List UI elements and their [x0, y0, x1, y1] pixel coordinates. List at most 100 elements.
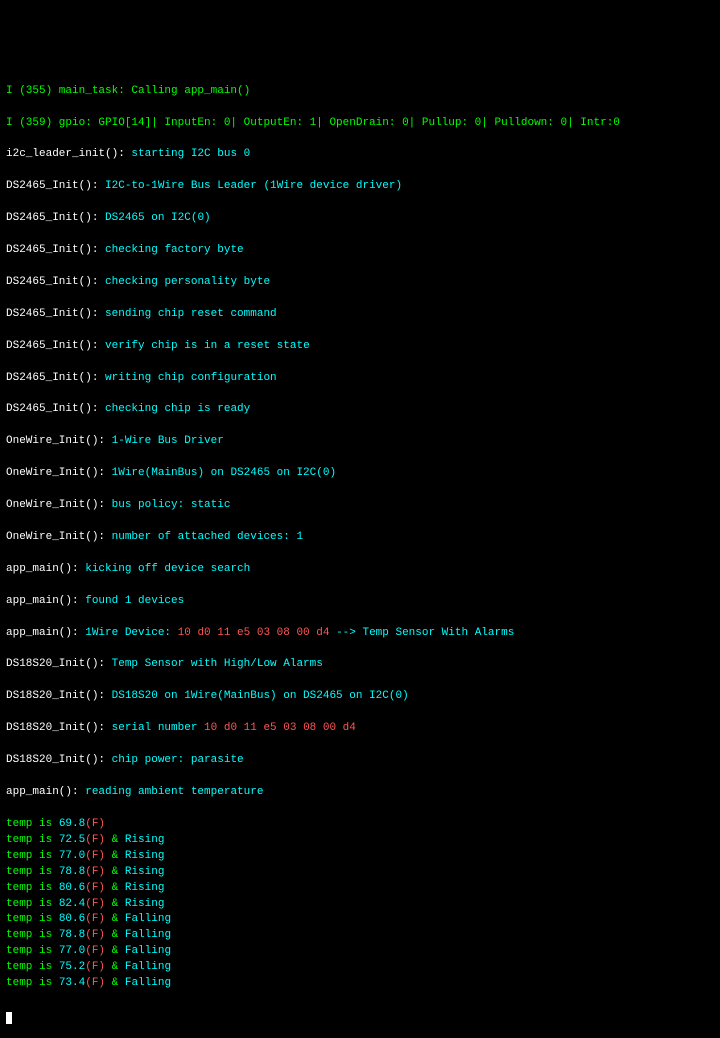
temp-reading-line: temp is 72.5(F) & Rising — [6, 833, 714, 849]
temp-trend: Falling — [125, 913, 171, 925]
temp-readings: temp is 69.8(F)temp is 72.5(F) & Risingt… — [6, 817, 714, 992]
temp-unit: (F) — [85, 961, 105, 973]
temp-unit: (F) — [85, 850, 105, 862]
log-line: DS2465_Init(): verify chip is in a reset… — [6, 339, 714, 355]
log-msg: --> Temp Sensor With Alarms — [329, 627, 514, 639]
log-msg: found 1 devices — [85, 595, 184, 607]
temp-prefix: temp is — [6, 882, 59, 894]
log-line: app_main(): found 1 devices — [6, 594, 714, 610]
temp-prefix: temp is — [6, 929, 59, 941]
log-line: OneWire_Init(): bus policy: static — [6, 498, 714, 514]
temp-unit: (F) — [85, 834, 105, 846]
temp-trend: Rising — [125, 834, 165, 846]
amp-separator: & — [105, 834, 125, 846]
temp-trend: Falling — [125, 929, 171, 941]
log-line: DS18S20_Init(): serial number 10 d0 11 e… — [6, 721, 714, 737]
amp-separator: & — [105, 866, 125, 878]
temp-reading-line: temp is 73.4(F) & Falling — [6, 976, 714, 992]
log-msg: serial number — [112, 722, 204, 734]
temp-value: 77.0 — [59, 945, 85, 957]
amp-separator: & — [105, 913, 125, 925]
fn-name: app_main(): — [6, 627, 85, 639]
fn-name: i2c_leader_init(): — [6, 148, 131, 160]
fn-name: DS2465_Init(): — [6, 308, 105, 320]
fn-name: DS18S20_Init(): — [6, 658, 112, 670]
log-line: DS2465_Init(): checking personality byte — [6, 275, 714, 291]
fn-name: DS2465_Init(): — [6, 372, 105, 384]
log-msg: starting I2C bus 0 — [131, 148, 250, 160]
log-line: DS18S20_Init(): Temp Sensor with High/Lo… — [6, 657, 714, 673]
fn-name: DS2465_Init(): — [6, 244, 105, 256]
amp-separator: & — [105, 961, 125, 973]
temp-reading-line: temp is 80.6(F) & Falling — [6, 912, 714, 928]
fn-name: DS2465_Init(): — [6, 180, 105, 192]
temp-reading-line: temp is 69.8(F) — [6, 817, 714, 833]
amp-separator: & — [105, 898, 125, 910]
fn-name: DS2465_Init(): — [6, 212, 105, 224]
temp-trend: Rising — [125, 866, 165, 878]
log-line: DS2465_Init(): checking factory byte — [6, 243, 714, 259]
log-line: OneWire_Init(): number of attached devic… — [6, 530, 714, 546]
log-line: OneWire_Init(): 1Wire(MainBus) on DS2465… — [6, 466, 714, 482]
amp-separator: & — [105, 945, 125, 957]
fn-name: OneWire_Init(): — [6, 531, 112, 543]
temp-trend: Falling — [125, 977, 171, 989]
amp-separator: & — [105, 977, 125, 989]
temp-reading-line: temp is 77.0(F) & Falling — [6, 944, 714, 960]
log-msg: sending chip reset command — [105, 308, 277, 320]
temp-reading-line: temp is 78.8(F) & Falling — [6, 928, 714, 944]
log-line: app_main(): reading ambient temperature — [6, 785, 714, 801]
fn-name: OneWire_Init(): — [6, 499, 112, 511]
log-line: app_main(): kicking off device search — [6, 562, 714, 578]
log-msg: number of attached devices: 1 — [112, 531, 303, 543]
temp-unit: (F) — [85, 929, 105, 941]
device-id: 10 d0 11 e5 03 08 00 d4 — [178, 627, 330, 639]
log-gpio-line: I (359) gpio: GPIO[14]| InputEn: 0| Outp… — [6, 116, 714, 132]
fn-name: app_main(): — [6, 563, 85, 575]
log-msg: 1Wire Device: — [85, 627, 177, 639]
log-msg: reading ambient temperature — [85, 786, 263, 798]
log-line: OneWire_Init(): 1-Wire Bus Driver — [6, 434, 714, 450]
log-msg: DS18S20 on 1Wire(MainBus) on DS2465 on I… — [112, 690, 409, 702]
amp-separator: & — [105, 850, 125, 862]
temp-trend: Rising — [125, 898, 165, 910]
temp-value: 72.5 — [59, 834, 85, 846]
log-line: app_main(): 1Wire Device: 10 d0 11 e5 03… — [6, 626, 714, 642]
temp-value: 80.6 — [59, 913, 85, 925]
temp-unit: (F) — [85, 866, 105, 878]
log-msg: 1-Wire Bus Driver — [112, 435, 224, 447]
log-msg: checking chip is ready — [105, 403, 250, 415]
log-msg: writing chip configuration — [105, 372, 277, 384]
terminal-output: I (355) main_task: Calling app_main() I … — [6, 68, 714, 1038]
temp-prefix: temp is — [6, 866, 59, 878]
log-msg: checking personality byte — [105, 276, 270, 288]
temp-prefix: temp is — [6, 913, 59, 925]
temp-trend: Falling — [125, 961, 171, 973]
temp-prefix: temp is — [6, 834, 59, 846]
fn-name: DS18S20_Init(): — [6, 722, 112, 734]
amp-separator: & — [105, 929, 125, 941]
log-msg: DS2465 on I2C(0) — [105, 212, 211, 224]
fn-name: DS18S20_Init(): — [6, 754, 112, 766]
temp-value: 75.2 — [59, 961, 85, 973]
temp-unit: (F) — [85, 898, 105, 910]
fn-name: OneWire_Init(): — [6, 467, 112, 479]
temp-unit: (F) — [85, 977, 105, 989]
cursor-line — [6, 1008, 714, 1024]
log-msg: bus policy: static — [112, 499, 231, 511]
log-line: DS2465_Init(): writing chip configuratio… — [6, 371, 714, 387]
fn-name: DS18S20_Init(): — [6, 690, 112, 702]
log-line: DS2465_Init(): sending chip reset comman… — [6, 307, 714, 323]
temp-prefix: temp is — [6, 898, 59, 910]
log-msg: checking factory byte — [105, 244, 244, 256]
temp-unit: (F) — [85, 945, 105, 957]
temp-reading-line: temp is 80.6(F) & Rising — [6, 881, 714, 897]
temp-value: 77.0 — [59, 850, 85, 862]
temp-unit: (F) — [85, 913, 105, 925]
serial-number: 10 d0 11 e5 03 08 00 d4 — [204, 722, 356, 734]
log-msg: I2C-to-1Wire Bus Leader (1Wire device dr… — [105, 180, 402, 192]
log-line: DS2465_Init(): checking chip is ready — [6, 402, 714, 418]
fn-name: DS2465_Init(): — [6, 276, 105, 288]
fn-name: app_main(): — [6, 786, 85, 798]
temp-value: 82.4 — [59, 898, 85, 910]
